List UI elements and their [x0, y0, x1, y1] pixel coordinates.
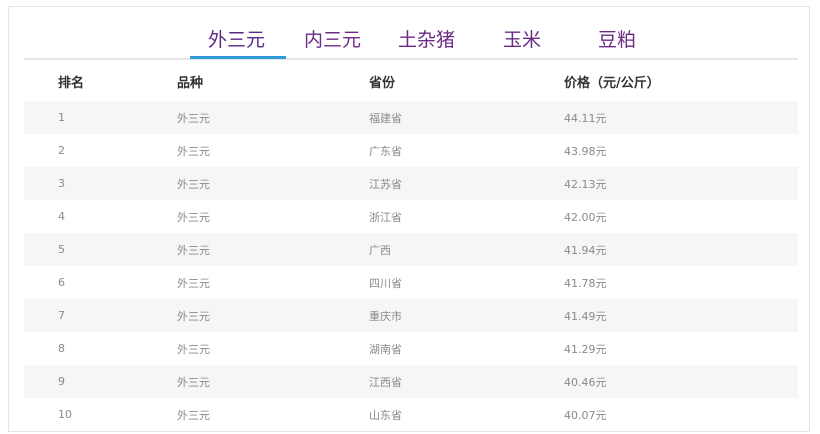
- table-row: 2 外三元 广东省 43.98元: [24, 134, 798, 167]
- breed-cell: 外三元: [177, 210, 210, 224]
- column-header-breed: 品种: [177, 75, 204, 91]
- province-cell: 福建省: [369, 101, 564, 134]
- table-body: 1 外三元 福建省 44.11元 2 外三元 广东省 43.98元 3 外三元 …: [24, 101, 798, 431]
- province-cell: 浙江省: [369, 210, 402, 224]
- table-row: 10 外三元 山东省 40.07元: [24, 398, 798, 431]
- price-cell: 41.29元: [564, 342, 607, 356]
- tab-divider: [24, 58, 798, 60]
- breed-cell: 外三元: [177, 167, 369, 200]
- breed-cell: 外三元: [177, 233, 369, 266]
- province-cell: 江西省: [369, 365, 564, 398]
- rank-cell: 3: [24, 167, 177, 200]
- rank-cell: 5: [24, 233, 177, 266]
- column-header-province: 省份: [369, 75, 396, 91]
- rank-cell: 10: [58, 408, 72, 421]
- price-cell: 41.49元: [564, 299, 798, 332]
- rank-cell: 7: [24, 299, 177, 332]
- province-cell: 山东省: [369, 408, 402, 422]
- tab-bar: 外三元 内三元 土杂猪 玉米 豆粕: [0, 0, 820, 60]
- price-cell: 40.46元: [564, 365, 798, 398]
- price-cell: 43.98元: [564, 144, 607, 158]
- tab-dou-po[interactable]: 豆粕: [598, 27, 636, 53]
- price-ranking-table: 排名 品种 省份 价格（元/公斤） 1 外三元 福建省 44.11元 2 外三元…: [24, 61, 798, 431]
- price-cell: 42.00元: [564, 210, 607, 224]
- table-row: 1 外三元 福建省 44.11元: [24, 101, 798, 134]
- breed-cell: 外三元: [177, 101, 369, 134]
- breed-cell: 外三元: [177, 144, 210, 158]
- province-cell: 广西: [369, 233, 564, 266]
- column-header-price: 价格（元/公斤）: [564, 75, 660, 91]
- price-cell: 41.78元: [564, 276, 607, 290]
- breed-cell: 外三元: [177, 276, 210, 290]
- price-cell: 42.13元: [564, 167, 798, 200]
- rank-cell: 4: [58, 210, 65, 223]
- tab-nei-san-yuan[interactable]: 内三元: [304, 27, 361, 53]
- table-row: 6 外三元 四川省 41.78元: [24, 266, 798, 299]
- breed-cell: 外三元: [177, 365, 369, 398]
- tab-yu-mi[interactable]: 玉米: [503, 27, 541, 53]
- table-row: 5 外三元 广西 41.94元: [24, 233, 798, 266]
- tab-tu-za-zhu[interactable]: 土杂猪: [398, 27, 455, 53]
- table-row: 7 外三元 重庆市 41.49元: [24, 299, 798, 332]
- price-cell: 44.11元: [564, 101, 798, 134]
- table-row: 8 外三元 湖南省 41.29元: [24, 332, 798, 365]
- province-cell: 湖南省: [369, 342, 402, 356]
- breed-cell: 外三元: [177, 299, 369, 332]
- table-row: 3 外三元 江苏省 42.13元: [24, 167, 798, 200]
- province-cell: 四川省: [369, 276, 402, 290]
- breed-cell: 外三元: [177, 342, 210, 356]
- breed-cell: 外三元: [177, 408, 210, 422]
- active-tab-indicator: [190, 56, 286, 59]
- rank-cell: 1: [24, 101, 177, 134]
- table-row: 4 外三元 浙江省 42.00元: [24, 200, 798, 233]
- table-header-row: 排名 品种 省份 价格（元/公斤）: [24, 61, 798, 101]
- rank-cell: 8: [58, 342, 65, 355]
- price-cell: 41.94元: [564, 233, 798, 266]
- price-cell: 40.07元: [564, 408, 607, 422]
- table-row: 9 外三元 江西省 40.46元: [24, 365, 798, 398]
- column-header-rank: 排名: [58, 75, 85, 91]
- rank-cell: 2: [58, 144, 65, 157]
- tab-wai-san-yuan[interactable]: 外三元: [208, 27, 265, 53]
- rank-cell: 6: [58, 276, 65, 289]
- province-cell: 广东省: [369, 144, 402, 158]
- province-cell: 重庆市: [369, 299, 564, 332]
- province-cell: 江苏省: [369, 167, 564, 200]
- rank-cell: 9: [24, 365, 177, 398]
